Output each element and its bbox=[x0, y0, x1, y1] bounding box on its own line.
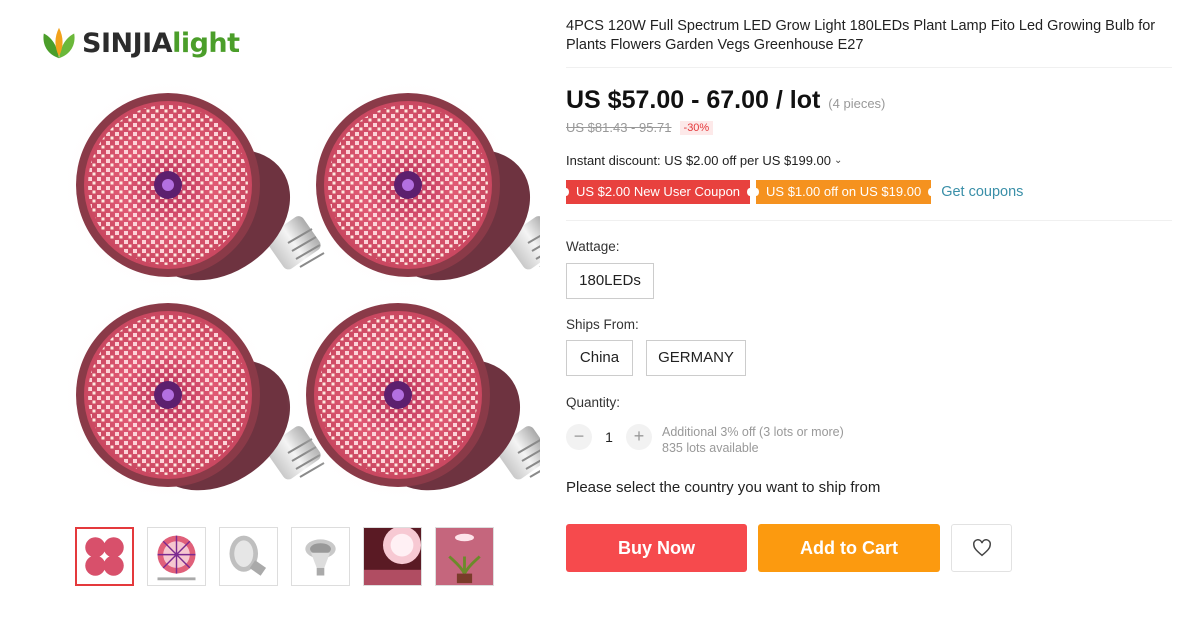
wattage-label: Wattage: bbox=[566, 239, 620, 254]
thumbnail-strip bbox=[75, 527, 494, 586]
thumbnail-5[interactable] bbox=[363, 527, 422, 586]
quantity-stepper: − 1 + bbox=[566, 424, 652, 450]
store-coupon[interactable]: US $1.00 off on US $19.00 bbox=[753, 180, 935, 204]
ships-from-option-germany[interactable]: GERMANY bbox=[646, 340, 746, 376]
ships-from-option-china[interactable]: China bbox=[566, 340, 633, 376]
leaf-logo-icon bbox=[43, 27, 75, 59]
bulk-discount-note: Additional 3% off (3 lots or more) bbox=[662, 425, 844, 439]
product-title: 4PCS 120W Full Spectrum LED Grow Light 1… bbox=[566, 18, 1156, 53]
add-to-cart-button[interactable]: Add to Cart bbox=[758, 524, 940, 572]
ships-from-label: Ships From: bbox=[566, 317, 639, 332]
main-product-image[interactable] bbox=[40, 75, 540, 515]
coupon-row: US $2.00 New User Coupon US $1.00 off on… bbox=[562, 180, 1023, 204]
brand-name: SINJIAlight bbox=[82, 27, 240, 59]
new-user-coupon[interactable]: US $2.00 New User Coupon bbox=[562, 180, 754, 204]
thumbnail-2[interactable] bbox=[147, 527, 206, 586]
thumbnail-6[interactable] bbox=[435, 527, 494, 586]
product-gallery: SINJIAlight bbox=[20, 0, 550, 625]
get-coupons-link[interactable]: Get coupons bbox=[941, 184, 1023, 200]
quantity-label: Quantity: bbox=[566, 395, 621, 410]
original-price-row: US $81.43 - 95.71 -30% bbox=[566, 120, 714, 135]
unit-note: (4 pieces) bbox=[828, 96, 886, 111]
quantity-value[interactable]: 1 bbox=[592, 429, 626, 445]
divider bbox=[566, 220, 1172, 221]
heart-icon bbox=[972, 539, 991, 557]
wattage-option-180leds[interactable]: 180LEDs bbox=[566, 263, 654, 299]
instant-discount[interactable]: Instant discount: US $2.00 off per US $1… bbox=[566, 153, 842, 168]
discount-badge: -30% bbox=[679, 120, 714, 135]
stock-available-note: 835 lots available bbox=[662, 441, 759, 455]
quantity-increase-button[interactable]: + bbox=[626, 424, 652, 450]
quantity-decrease-button[interactable]: − bbox=[566, 424, 592, 450]
brand-logo: SINJIAlight bbox=[40, 24, 240, 62]
thumbnail-3[interactable] bbox=[219, 527, 278, 586]
wishlist-button[interactable] bbox=[951, 524, 1012, 572]
chevron-down-icon: ⌄ bbox=[834, 155, 843, 166]
price-row: US $57.00 - 67.00 / lot (4 pieces) bbox=[566, 86, 885, 115]
thumbnail-1[interactable] bbox=[75, 527, 134, 586]
divider bbox=[566, 67, 1172, 68]
original-price: US $81.43 - 95.71 bbox=[566, 120, 672, 135]
thumbnail-4[interactable] bbox=[291, 527, 350, 586]
current-price: US $57.00 - 67.00 / lot bbox=[566, 86, 821, 114]
instant-discount-text: Instant discount: US $2.00 off per US $1… bbox=[566, 153, 831, 168]
buy-now-button[interactable]: Buy Now bbox=[566, 524, 747, 572]
quantity-note: Additional 3% off (3 lots or more) 835 l… bbox=[662, 424, 844, 456]
ship-country-message: Please select the country you want to sh… bbox=[566, 479, 881, 496]
